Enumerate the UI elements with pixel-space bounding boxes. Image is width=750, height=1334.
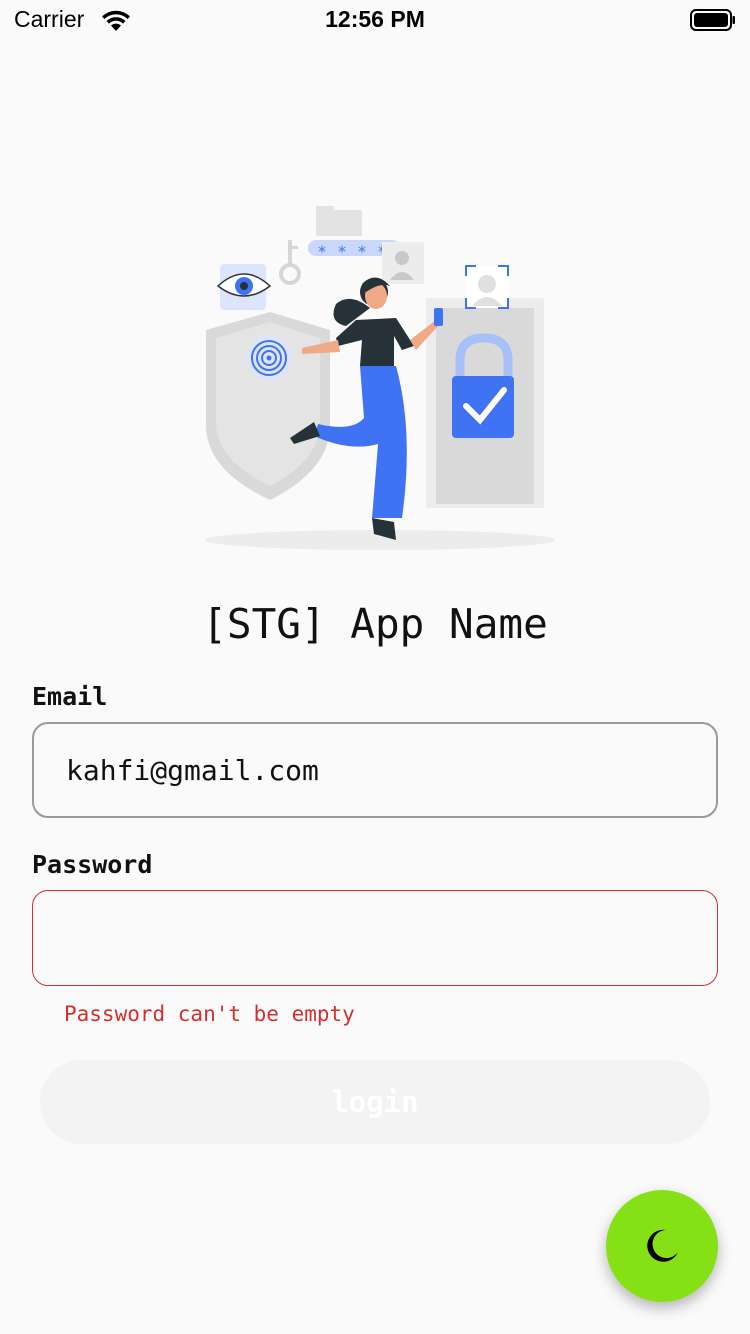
svg-text:*: *	[358, 242, 366, 261]
app-title: [STG] App Name	[202, 600, 548, 648]
password-error-text: Password can't be empty	[64, 1002, 355, 1026]
fingerprint-mark	[247, 336, 291, 380]
login-screen: Carrier 12:56 PM ****	[0, 0, 750, 1334]
status-bar: Carrier 12:56 PM	[0, 0, 750, 40]
battery-icon	[690, 9, 735, 31]
moon-icon	[647, 1229, 678, 1262]
svg-text:*: *	[338, 242, 346, 261]
email-input[interactable]	[32, 722, 718, 818]
login-button[interactable]: login	[40, 1060, 710, 1144]
svg-text:*: *	[318, 242, 326, 261]
security-illustration: ****	[205, 206, 555, 550]
password-label: Password	[32, 850, 153, 879]
status-time: 12:56 PM	[325, 6, 425, 32]
password-input[interactable]	[32, 890, 718, 986]
theme-toggle-button[interactable]	[606, 1190, 718, 1302]
email-label: Email	[32, 682, 108, 711]
